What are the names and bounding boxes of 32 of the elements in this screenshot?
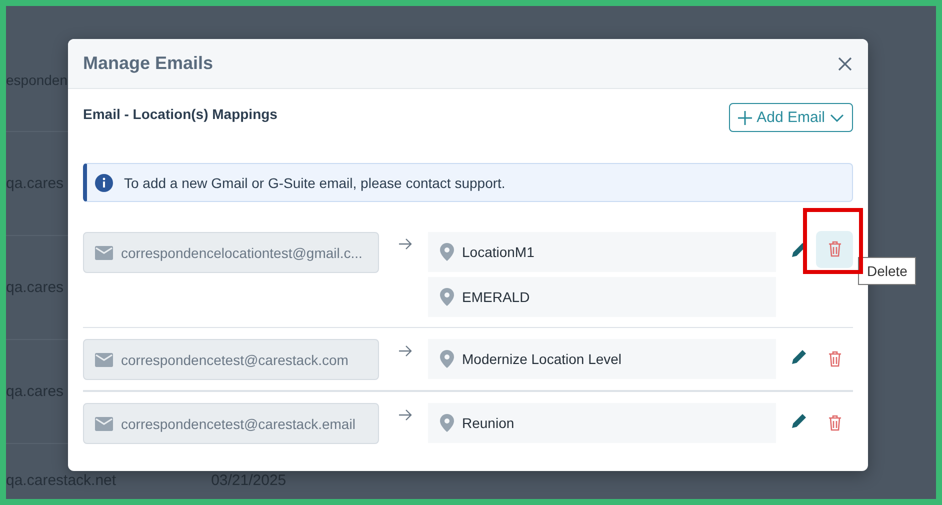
email-address: correspondencelocationtest@gmail.c... [121,244,362,260]
location-pin-icon [440,288,454,306]
add-email-button[interactable]: Add Email [728,103,853,132]
location-name: Modernize Location Level [462,351,622,367]
arrow-right-icon [399,345,413,357]
tooltip: Delete [858,257,916,285]
location-pin-icon [440,414,454,432]
info-icon [95,174,113,192]
close-icon[interactable] [838,56,852,70]
info-text: To add a new Gmail or G-Suite email, please contact support. [124,174,506,190]
location-pin-icon [440,243,454,261]
location-name: LocationM1 [462,244,534,260]
dialog-title: Manage Emails [83,53,214,74]
plus-icon [738,110,752,124]
delete-button[interactable] [816,230,853,268]
trash-icon [828,241,842,257]
mail-icon [95,416,113,430]
trash-icon [828,351,842,367]
pencil-icon [792,350,806,364]
email-address: correspondencetest@carestack.com [121,352,348,368]
location-pin-icon [440,350,454,368]
mail-icon [95,352,113,366]
pencil-icon [792,243,806,257]
section-heading: Email - Location(s) Mappings [83,106,278,122]
location-name: EMERALD [462,289,530,305]
pencil-icon [792,414,806,428]
mail-icon [95,246,113,260]
trash-icon [828,415,842,431]
arrow-right-icon [399,238,413,250]
email-address: correspondencetest@carestack.email [121,416,356,432]
arrow-right-icon [399,409,413,421]
location-name: Reunion [462,415,514,431]
